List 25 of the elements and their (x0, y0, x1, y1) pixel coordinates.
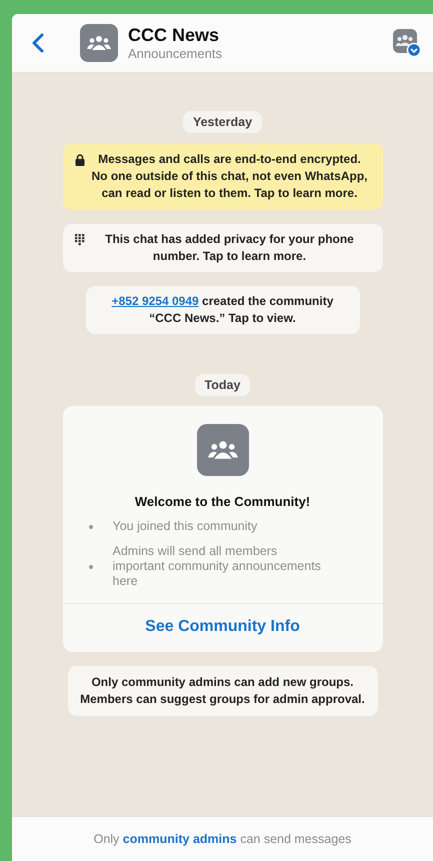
see-community-info-button[interactable]: See Community Info (62, 603, 382, 652)
creation-text: +852 9254 0949 created the community “CCC News.” Tap to view. (112, 294, 334, 325)
privacy-notice[interactable]: This chat has added privacy for your phone number. Tap to learn more. (62, 224, 382, 272)
date-label: Today (194, 374, 250, 396)
lock-icon (74, 154, 84, 166)
admins-link[interactable]: community admins (122, 832, 237, 846)
keypad-icon (74, 234, 84, 246)
back-icon[interactable] (32, 33, 44, 53)
encryption-notice[interactable]: Messages and calls are end-to-end encrypted. No one outside of this chat, not even WhatsApp, can read or listen to them. Tap to learn more. (62, 143, 382, 210)
bullet-icon (88, 564, 92, 568)
bullet-icon (88, 524, 92, 528)
community-icon[interactable] (393, 29, 421, 57)
welcome-title: Welcome to the Community! (134, 494, 310, 509)
footer-message: Only community admins can send messages (94, 832, 352, 846)
date-label: Yesterday (182, 111, 262, 133)
phone-link[interactable]: +852 9254 0949 (112, 294, 199, 308)
chat-subtitle: Announcements (128, 46, 223, 62)
bullet-text: You joined this community (112, 519, 258, 534)
community-avatar-icon[interactable] (80, 24, 118, 62)
encryption-text: Messages and calls are end-to-end encrypted. No one outside of this chat, not even WhatsApp, can read or listen to them. Tap to learn more. (90, 151, 368, 202)
privacy-text: This chat has added privacy for your phone number. Tap to learn more. (104, 231, 355, 265)
chat-title[interactable]: CCC News (128, 24, 393, 46)
groups-notice: Only community admins can add new groups. Members can suggest groups for admin approval. (68, 666, 378, 716)
community-icon (196, 424, 248, 476)
bullet-text: Admins will send all members important community announcements here (112, 544, 322, 589)
